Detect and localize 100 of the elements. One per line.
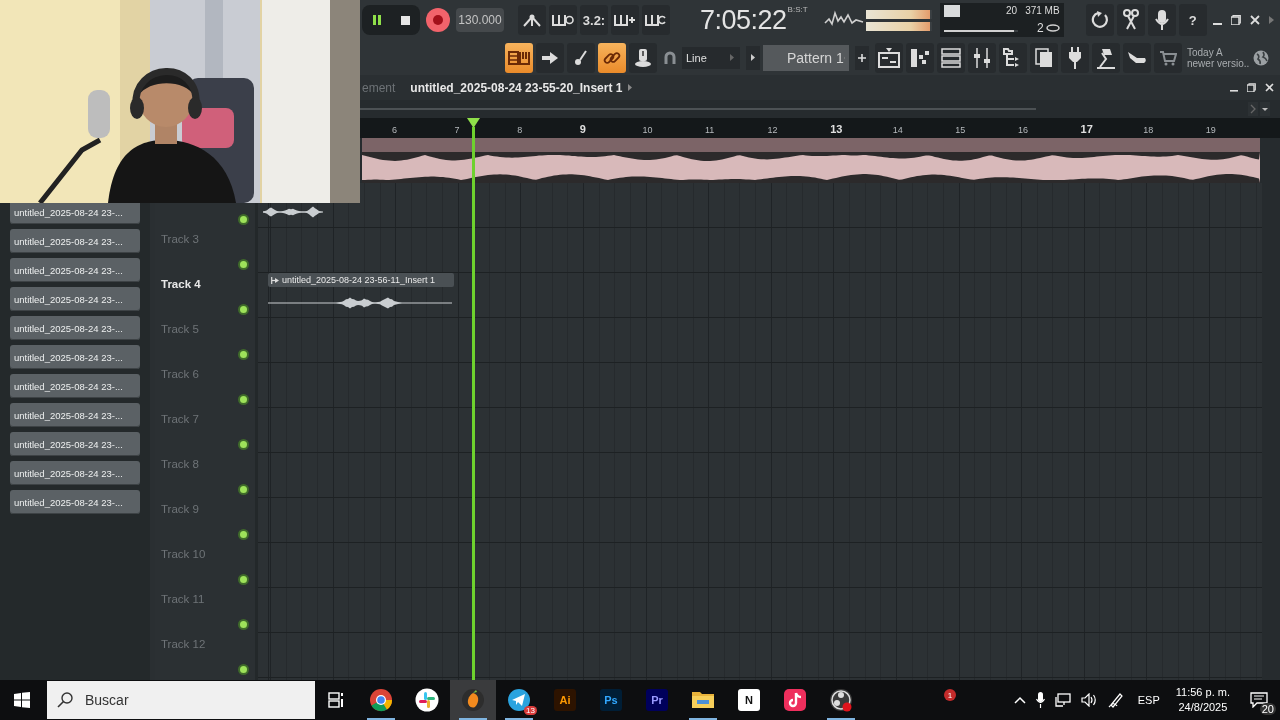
track-name: Track 5 bbox=[161, 323, 199, 335]
arrow-button[interactable] bbox=[536, 42, 564, 73]
language-indicator[interactable]: ESP bbox=[1137, 694, 1160, 706]
track-enable-led[interactable] bbox=[240, 531, 247, 538]
comb-loop-icon bbox=[645, 14, 667, 26]
caret-icon[interactable] bbox=[628, 84, 633, 91]
tool-button[interactable]: ? bbox=[1178, 4, 1207, 36]
windows-start-icon[interactable] bbox=[14, 692, 30, 708]
folder-tree-button[interactable] bbox=[999, 42, 1027, 73]
comb-plus-icon bbox=[614, 14, 636, 26]
browser-item[interactable]: untitled_2025-08-24 23-... bbox=[10, 461, 140, 485]
brush-button[interactable] bbox=[567, 42, 595, 73]
notification-badge: 13 bbox=[524, 706, 537, 715]
tempo-field[interactable]: 130.000 bbox=[456, 8, 504, 32]
magnet-icon[interactable] bbox=[664, 51, 676, 64]
taskbar-app-button[interactable]: Ai bbox=[542, 680, 588, 720]
playlist-button[interactable] bbox=[875, 42, 903, 73]
browser-item[interactable]: untitled_2025-08-24 23-... bbox=[10, 287, 140, 311]
time-format-label: B:S:T bbox=[787, 4, 808, 14]
search-field[interactable]: Buscar bbox=[47, 681, 315, 719]
comb-loop-button[interactable] bbox=[642, 5, 670, 35]
track-enable-led[interactable] bbox=[240, 486, 247, 493]
track-enable-led[interactable] bbox=[240, 621, 247, 628]
pages-button[interactable] bbox=[1030, 42, 1058, 73]
bar-number: 15 bbox=[955, 125, 966, 135]
volume-icon[interactable] bbox=[1080, 693, 1098, 707]
track-name: Track 4 bbox=[161, 278, 201, 290]
close-icon[interactable] bbox=[1265, 83, 1274, 92]
audio-clip-waveform[interactable] bbox=[263, 204, 323, 220]
scissors-button[interactable] bbox=[1116, 4, 1145, 36]
track-name: Track 8 bbox=[161, 458, 199, 470]
track-name: Track 3 bbox=[161, 233, 199, 245]
track-enable-led[interactable] bbox=[240, 351, 247, 358]
horizontal-scrollbar[interactable] bbox=[360, 108, 1036, 110]
task-view-icon[interactable] bbox=[328, 692, 346, 708]
pointing-hand-button[interactable] bbox=[1123, 42, 1151, 73]
browser-item[interactable]: untitled_2025-08-24 23-... bbox=[10, 345, 140, 369]
knob-button[interactable] bbox=[629, 42, 657, 73]
audio-clip[interactable]: untitled_2025-08-24 23-56-11_Insert 1 bbox=[268, 273, 454, 311]
scissors-icon bbox=[1121, 9, 1140, 31]
pattern-arrow-button[interactable] bbox=[746, 45, 760, 70]
bar-number: 11 bbox=[704, 125, 715, 135]
browser-item[interactable]: untitled_2025-08-24 23-... bbox=[10, 403, 140, 427]
track-name: Track 10 bbox=[161, 548, 206, 560]
pen-icon[interactable] bbox=[1107, 692, 1124, 708]
mixer-button[interactable] bbox=[968, 42, 996, 73]
track-enable-led[interactable] bbox=[240, 261, 247, 268]
caret-icon[interactable] bbox=[1269, 16, 1274, 24]
taskbar-app-button[interactable]: N bbox=[726, 680, 772, 720]
track-enable-led[interactable] bbox=[240, 576, 247, 583]
track-enable-led[interactable] bbox=[240, 306, 247, 313]
tool-button[interactable]: 3.2: bbox=[580, 5, 608, 35]
browser-item[interactable]: untitled_2025-08-24 23-... bbox=[10, 229, 140, 253]
track-enable-led[interactable] bbox=[240, 666, 247, 673]
browser-item[interactable]: untitled_2025-08-24 23-... bbox=[10, 258, 140, 282]
snap-dropdown[interactable]: Line bbox=[682, 46, 740, 69]
restore-icon[interactable] bbox=[1231, 15, 1241, 25]
microphone-button[interactable] bbox=[1147, 4, 1176, 36]
taskbar-app-button[interactable]: 13 bbox=[496, 680, 542, 720]
cpu-value: 20 bbox=[1006, 5, 1018, 16]
app-icon: Ps bbox=[600, 689, 622, 711]
dropdown-icon[interactable] bbox=[1260, 102, 1270, 116]
track-enable-led[interactable] bbox=[240, 441, 247, 448]
track-name: Track 12 bbox=[161, 638, 206, 650]
refresh-button[interactable] bbox=[1085, 4, 1114, 36]
playlist-icon bbox=[878, 47, 900, 68]
globe-icon[interactable] bbox=[1253, 49, 1269, 66]
browser-item[interactable]: untitled_2025-08-24 23-... bbox=[10, 490, 140, 514]
keyboard-button[interactable] bbox=[505, 42, 533, 73]
chevron-up-icon[interactable] bbox=[1013, 696, 1026, 704]
microphone-icon bbox=[1154, 9, 1169, 31]
microphone-icon[interactable] bbox=[1035, 692, 1045, 708]
track-enable-led[interactable] bbox=[240, 216, 247, 223]
taskbar-app-button[interactable]: Ps bbox=[588, 680, 634, 720]
network-icon[interactable] bbox=[1054, 693, 1071, 707]
taskbar-app-button[interactable] bbox=[450, 680, 496, 720]
vertical-scrollbar[interactable] bbox=[1262, 183, 1280, 680]
browser-item[interactable]: untitled_2025-08-24 23-... bbox=[10, 316, 140, 340]
comb-clock-button[interactable] bbox=[549, 5, 577, 35]
plug-button[interactable] bbox=[1061, 42, 1089, 73]
browser-item[interactable]: untitled_2025-08-24 23-... bbox=[10, 374, 140, 398]
track-enable-led[interactable] bbox=[240, 396, 247, 403]
taskbar-app-button[interactable]: Pr bbox=[634, 680, 680, 720]
list-button[interactable] bbox=[937, 42, 965, 73]
cart-button[interactable] bbox=[1154, 42, 1182, 73]
desk-lamp-button[interactable] bbox=[1092, 42, 1120, 73]
comb-plus-button[interactable] bbox=[611, 5, 639, 35]
peak-button[interactable] bbox=[518, 5, 546, 35]
add-pattern-button[interactable] bbox=[855, 45, 869, 70]
ring-icon bbox=[1045, 24, 1060, 32]
restore-icon[interactable] bbox=[1247, 83, 1256, 92]
close-icon[interactable] bbox=[1250, 15, 1260, 25]
notification-badge: 1 bbox=[944, 689, 956, 701]
playhead[interactable] bbox=[467, 118, 480, 680]
record-button[interactable] bbox=[426, 8, 450, 32]
step-blocks-button[interactable] bbox=[906, 42, 934, 73]
chain-link-button[interactable] bbox=[598, 42, 626, 73]
pattern-selector[interactable]: Pattern 1 bbox=[763, 44, 849, 71]
browser-item[interactable]: untitled_2025-08-24 23-... bbox=[10, 432, 140, 456]
refresh-icon bbox=[1090, 11, 1109, 29]
